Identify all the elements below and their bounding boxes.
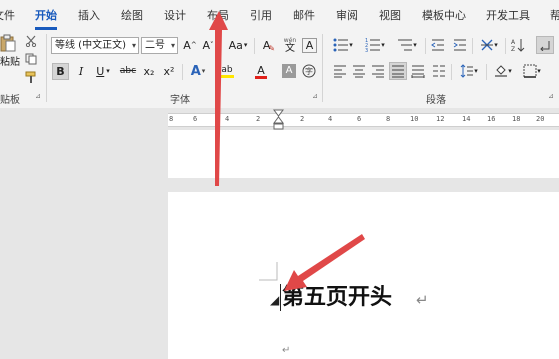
annotation-arrows (209, 11, 365, 291)
arrow-to-heading (284, 234, 365, 291)
arrow-to-layout-tab (209, 11, 228, 186)
